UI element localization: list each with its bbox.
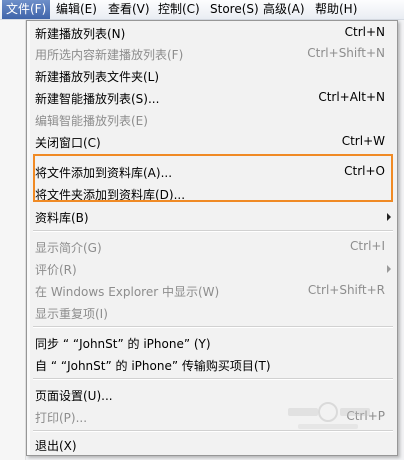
menu-item-print[interactable]: 打印(P)... Ctrl+P xyxy=(27,406,397,427)
menu-item-label: 评价(R) xyxy=(35,263,77,277)
menu-item-library[interactable]: 资料库(B) xyxy=(27,206,397,227)
menu-item-shortcut: Ctrl+Shift+R xyxy=(307,283,385,297)
menu-edit[interactable]: 编辑(E) xyxy=(52,0,101,19)
menu-item-close-window[interactable]: 关闭窗口(C) Ctrl+W xyxy=(27,131,397,152)
menu-separator xyxy=(33,154,393,156)
menu-separator xyxy=(33,430,393,432)
menu-item-add-folder-to-library[interactable]: 将文件夹添加到资料库(D)... xyxy=(27,183,397,204)
submenu-arrow-icon xyxy=(387,213,391,221)
menu-separator xyxy=(33,378,393,380)
menu-item-sync-iphone[interactable]: 同步 “ “JohnSt” 的 iPhone” (Y) xyxy=(27,332,397,353)
menu-item-label: 用所选内容新建播放列表(F) xyxy=(35,48,184,62)
menu-item-label: 新建播放列表文件夹(L) xyxy=(35,70,160,84)
menu-item-show-duplicates[interactable]: 显示重复项(I) xyxy=(27,302,397,323)
menu-item-page-setup[interactable]: 页面设置(U)... xyxy=(27,384,397,405)
menu-advanced[interactable]: 高级(A) xyxy=(259,0,309,19)
menu-item-label: 自 “ “JohnSt” 的 iPhone” 传输购买项目(T) xyxy=(35,359,271,373)
menu-item-label: 在 Windows Explorer 中显示(W) xyxy=(35,285,220,299)
menu-item-new-playlist-from-selection[interactable]: 用所选内容新建播放列表(F) Ctrl+Shift+N xyxy=(27,43,397,64)
menu-control[interactable]: 控制(C) xyxy=(154,0,204,19)
menu-item-label: 页面设置(U)... xyxy=(35,389,113,403)
menu-help[interactable]: 帮助(H) xyxy=(311,0,361,19)
menu-item-get-info[interactable]: 显示简介(G) Ctrl+I xyxy=(27,236,397,257)
menu-item-label: 关闭窗口(C) xyxy=(35,136,101,150)
menu-item-label: 显示简介(G) xyxy=(35,241,102,255)
menu-item-shortcut: Ctrl+Shift+N xyxy=(307,46,385,60)
menu-view[interactable]: 查看(V) xyxy=(104,0,154,19)
file-menu-dropdown: 新建播放列表(N) Ctrl+N 用所选内容新建播放列表(F) Ctrl+Shi… xyxy=(26,20,398,456)
menu-item-label: 资料库(B) xyxy=(35,211,89,225)
menu-item-shortcut: Ctrl+Alt+N xyxy=(318,90,385,104)
menu-item-label: 打印(P)... xyxy=(35,411,88,425)
menu-item-add-file-to-library[interactable]: 将文件添加到资料库(A)... Ctrl+O xyxy=(27,161,397,182)
menu-item-rating[interactable]: 评价(R) xyxy=(27,258,397,279)
menu-bar: 文件(F) 编辑(E) 查看(V) 控制(C) Store(S) 高级(A) 帮… xyxy=(0,0,404,20)
menu-item-exit[interactable]: 退出(X) xyxy=(27,434,397,455)
menu-file[interactable]: 文件(F) xyxy=(2,0,51,19)
menu-item-shortcut: Ctrl+W xyxy=(341,134,385,148)
menu-item-show-in-explorer[interactable]: 在 Windows Explorer 中显示(W) Ctrl+Shift+R xyxy=(27,280,397,301)
menu-item-label: 将文件添加到资料库(A)... xyxy=(35,166,173,180)
menu-item-label: 编辑智能播放列表(E) xyxy=(35,114,148,128)
menu-separator xyxy=(33,230,393,232)
menu-item-label: 将文件夹添加到资料库(D)... xyxy=(35,188,186,202)
menu-item-shortcut: Ctrl+I xyxy=(350,239,385,253)
menu-item-label: 新建智能播放列表(S)... xyxy=(35,92,160,106)
menu-item-shortcut: Ctrl+N xyxy=(344,25,385,39)
menu-item-transfer-purchases[interactable]: 自 “ “JohnSt” 的 iPhone” 传输购买项目(T) xyxy=(27,354,397,375)
menu-item-label: 同步 “ “JohnSt” 的 iPhone” (Y) xyxy=(35,337,211,351)
background-window-edge xyxy=(0,20,26,460)
menu-item-new-playlist[interactable]: 新建播放列表(N) Ctrl+N xyxy=(27,22,397,43)
menu-item-label: 显示重复项(I) xyxy=(35,307,108,321)
menu-item-shortcut: Ctrl+P xyxy=(346,409,385,423)
menu-item-new-smart-playlist[interactable]: 新建智能播放列表(S)... Ctrl+Alt+N xyxy=(27,87,397,108)
menu-item-label: 新建播放列表(N) xyxy=(35,27,126,41)
menu-item-new-playlist-folder[interactable]: 新建播放列表文件夹(L) xyxy=(27,65,397,86)
submenu-arrow-icon xyxy=(387,265,391,273)
menu-item-shortcut: Ctrl+O xyxy=(344,164,385,178)
menu-item-edit-smart-playlist[interactable]: 编辑智能播放列表(E) xyxy=(27,109,397,130)
menu-item-label: 退出(X) xyxy=(35,439,77,453)
menu-store[interactable]: Store(S) xyxy=(206,0,263,19)
menu-separator xyxy=(33,326,393,328)
